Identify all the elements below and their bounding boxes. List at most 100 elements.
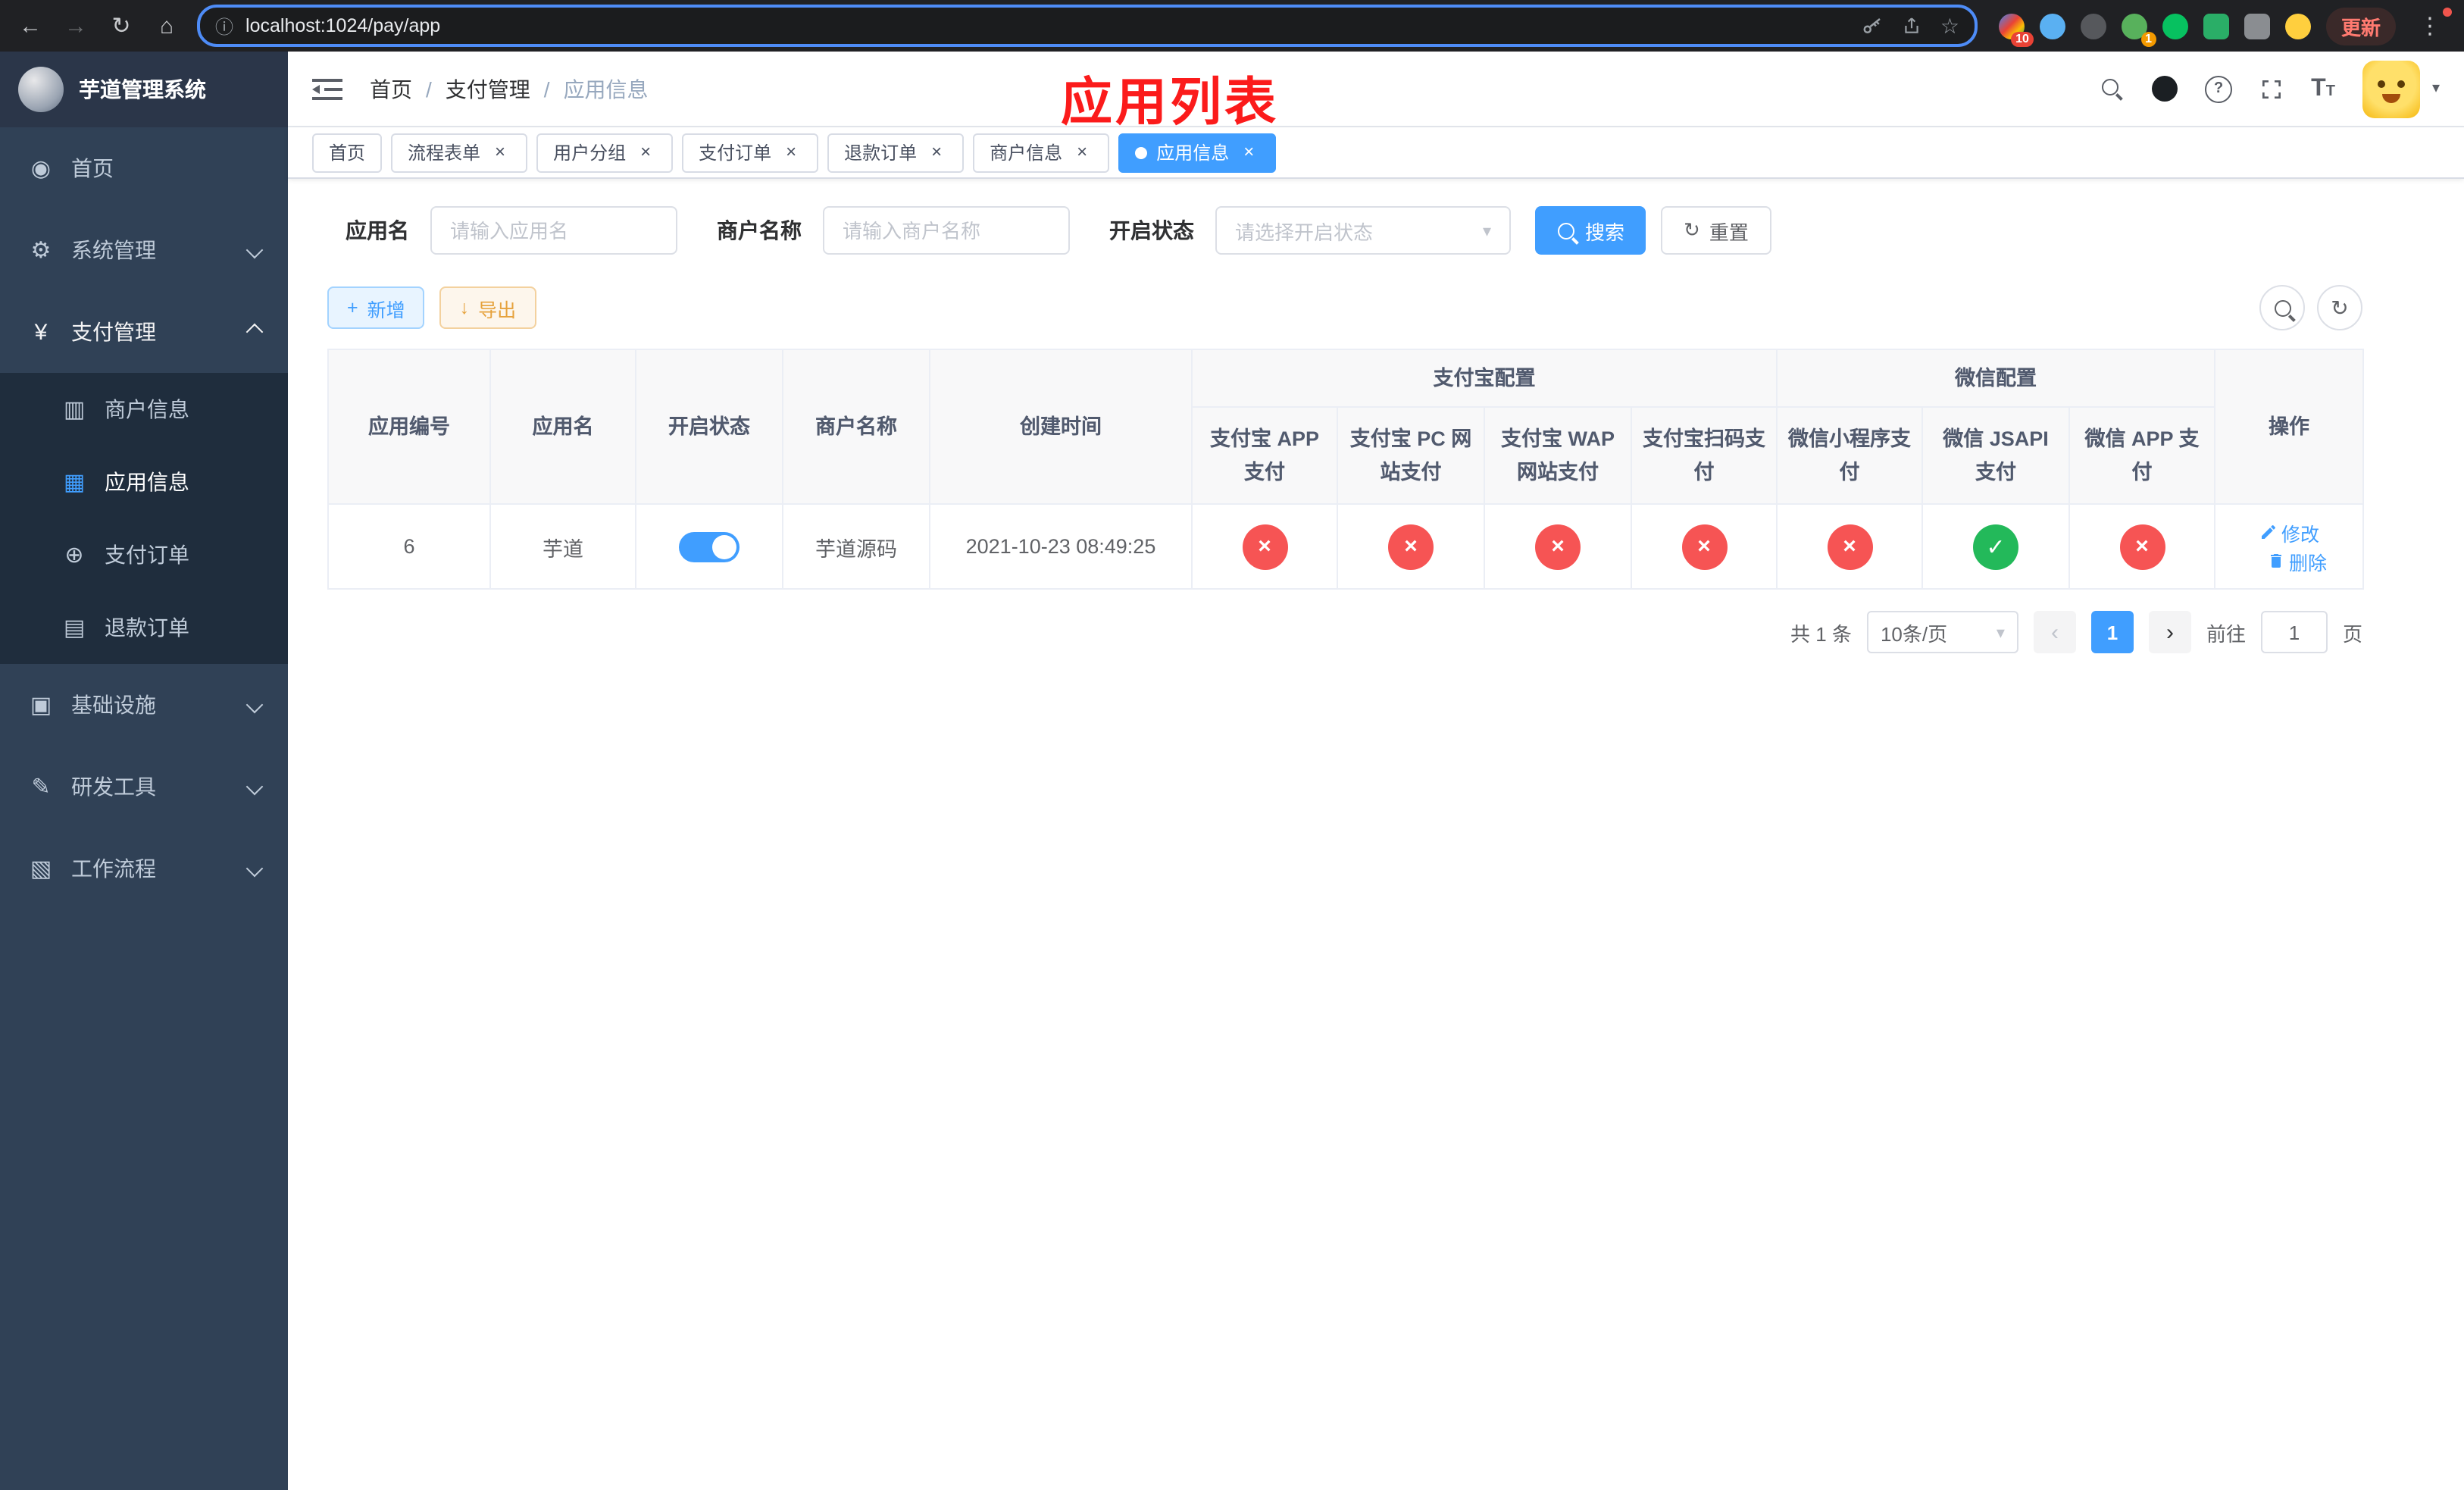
- close-icon[interactable]: ×: [1238, 141, 1259, 163]
- logo-avatar: [18, 67, 64, 112]
- extension-icon[interactable]: [2203, 13, 2229, 39]
- tab-home[interactable]: 首页: [312, 133, 383, 172]
- bookmark-star-icon[interactable]: ☆: [1940, 13, 1959, 39]
- sidebar-item-app-info[interactable]: ▦ 应用信息: [0, 446, 288, 518]
- close-icon[interactable]: ×: [1071, 141, 1093, 163]
- tab-app-info[interactable]: 应用信息 ×: [1118, 133, 1277, 172]
- sidebar-fold-icon[interactable]: [312, 78, 342, 99]
- search-icon: [2272, 298, 2292, 318]
- sidebar-logo[interactable]: 芋道管理系统: [0, 52, 288, 127]
- tags-view-bar: 首页 流程表单 × 用户分组 × 支付订单 × 退款订单 × 商户信息 × 应用信息 ×: [288, 127, 2464, 179]
- font-size-icon[interactable]: TT: [2311, 76, 2335, 101]
- sidebar-item-payment[interactable]: ¥ 支付管理: [0, 291, 288, 373]
- edit-link-label: 修改: [2281, 524, 2320, 545]
- breadcrumb-payment[interactable]: 支付管理: [446, 74, 530, 104]
- search-icon[interactable]: [2100, 77, 2125, 101]
- home-icon[interactable]: ⌂: [152, 13, 182, 39]
- chrome-update-button[interactable]: 更新: [2325, 7, 2396, 45]
- extension-icon[interactable]: 10: [1998, 13, 2034, 46]
- search-button[interactable]: 搜索: [1535, 206, 1646, 255]
- tab-pay-order[interactable]: 支付订单 ×: [682, 133, 819, 172]
- refresh-table-button[interactable]: ↻: [2317, 285, 2362, 330]
- cell-app-name: 芋道: [489, 503, 636, 590]
- extension-icon[interactable]: 1: [2121, 13, 2156, 46]
- sidebar-item-merchant-info[interactable]: ▥ 商户信息: [0, 373, 288, 446]
- status-cross-icon: ×: [1388, 524, 1434, 569]
- tab-refund-order[interactable]: 退款订单 ×: [827, 133, 965, 172]
- goto-label: 前往: [2206, 622, 2246, 645]
- address-bar[interactable]: ⓘ localhost:1024/pay/app ☆: [197, 5, 1978, 47]
- chevron-down-icon: [245, 778, 264, 796]
- breadcrumb-separator: /: [426, 77, 432, 101]
- reset-button-label: 重置: [1709, 221, 1749, 243]
- sidebar-item-pay-order[interactable]: ⊕ 支付订单: [0, 518, 288, 591]
- sidebar-item-dev-tools[interactable]: ✎ 研发工具: [0, 746, 288, 828]
- order-icon: ⊕: [64, 543, 84, 568]
- reload-icon[interactable]: ↻: [106, 12, 136, 39]
- merchant-name-input[interactable]: [823, 206, 1070, 255]
- group-header-wechat: 微信配置: [1775, 349, 2216, 408]
- close-icon[interactable]: ×: [635, 141, 656, 163]
- group-header-alipay: 支付宝配置: [1191, 349, 1778, 408]
- extension-badge: 1: [2140, 31, 2156, 46]
- extension-icon[interactable]: [2039, 13, 2065, 39]
- password-key-icon[interactable]: [1862, 14, 1884, 37]
- tab-label: 流程表单: [408, 142, 481, 164]
- current-page-button[interactable]: 1: [2090, 611, 2134, 653]
- edit-link[interactable]: 修改: [2259, 518, 2319, 546]
- navbar-actions: ? TT ▾: [2100, 60, 2440, 117]
- tab-merchant-info[interactable]: 商户信息 ×: [973, 133, 1110, 172]
- fullscreen-icon[interactable]: [2259, 77, 2284, 101]
- forward-icon[interactable]: →: [61, 13, 91, 39]
- close-icon[interactable]: ×: [926, 141, 947, 163]
- github-icon[interactable]: [2152, 76, 2178, 102]
- share-icon[interactable]: [1903, 15, 1922, 36]
- app-name-input[interactable]: [430, 206, 677, 255]
- url-text[interactable]: localhost:1024/pay/app: [245, 15, 440, 36]
- back-icon[interactable]: ←: [15, 13, 45, 39]
- extension-toolbar: 10 1: [1998, 13, 2311, 46]
- user-avatar[interactable]: [2362, 60, 2420, 117]
- toggle-search-button[interactable]: [2259, 285, 2305, 330]
- search-icon: [1556, 221, 1576, 240]
- status-toggle[interactable]: [679, 531, 740, 562]
- reset-button[interactable]: ↻ 重置: [1661, 206, 1771, 255]
- extensions-puzzle-icon[interactable]: [2244, 13, 2270, 39]
- sidebar-item-label: 基础设施: [71, 693, 156, 717]
- sidebar-item-system[interactable]: ⚙ 系统管理: [0, 209, 288, 291]
- export-button[interactable]: ↓ 导出: [439, 286, 536, 329]
- status-select[interactable]: 请选择开启状态 ▾: [1215, 206, 1511, 255]
- col-header-app-id: 应用编号: [327, 349, 491, 505]
- sidebar-item-label: 工作流程: [71, 856, 156, 881]
- omnibox-actions: ☆: [1862, 13, 1959, 39]
- extension-icon[interactable]: [2080, 13, 2106, 39]
- sidebar-item-refund-order[interactable]: ▤ 退款订单: [0, 591, 288, 664]
- tab-label: 用户分组: [553, 142, 627, 164]
- avatar-caret-icon[interactable]: ▾: [2432, 80, 2440, 97]
- status-label: 开启状态: [1109, 218, 1194, 243]
- sidebar-item-home[interactable]: ◉ 首页: [0, 127, 288, 209]
- sidebar-item-infrastructure[interactable]: ▣ 基础设施: [0, 664, 288, 746]
- help-icon[interactable]: ?: [2205, 75, 2233, 102]
- add-button[interactable]: + 新增: [327, 286, 425, 329]
- page-size-select[interactable]: 10条/页 ▾: [1866, 611, 2018, 653]
- wechat-extension-icon[interactable]: [2162, 13, 2188, 39]
- close-icon[interactable]: ×: [780, 141, 802, 163]
- tab-user-group[interactable]: 用户分组 ×: [536, 133, 674, 172]
- status-check-icon: ✓: [1973, 524, 2018, 569]
- delete-link[interactable]: 删除: [2266, 546, 2327, 575]
- close-icon[interactable]: ×: [489, 141, 511, 163]
- browser-menu-icon[interactable]: ⋮: [2411, 8, 2452, 39]
- site-info-icon[interactable]: ⓘ: [215, 13, 233, 39]
- tab-process-form[interactable]: 流程表单 ×: [391, 133, 528, 172]
- trash-icon: [2270, 554, 2281, 568]
- next-page-button[interactable]: ›: [2148, 611, 2191, 653]
- main-area: 首页 / 支付管理 / 应用信息 ? TT ▾ 首页 流程表单 × 用户分组 × 支…: [288, 52, 2464, 1490]
- prev-page-button[interactable]: ‹: [2033, 611, 2076, 653]
- breadcrumb-home[interactable]: 首页: [370, 74, 412, 104]
- goto-page-input[interactable]: [2260, 611, 2328, 653]
- profile-avatar-icon[interactable]: [2284, 13, 2311, 39]
- chevron-down-icon: [245, 696, 264, 714]
- sidebar-item-workflow[interactable]: ▧ 工作流程: [0, 828, 288, 909]
- chevron-down-icon: ▾: [1482, 222, 1491, 240]
